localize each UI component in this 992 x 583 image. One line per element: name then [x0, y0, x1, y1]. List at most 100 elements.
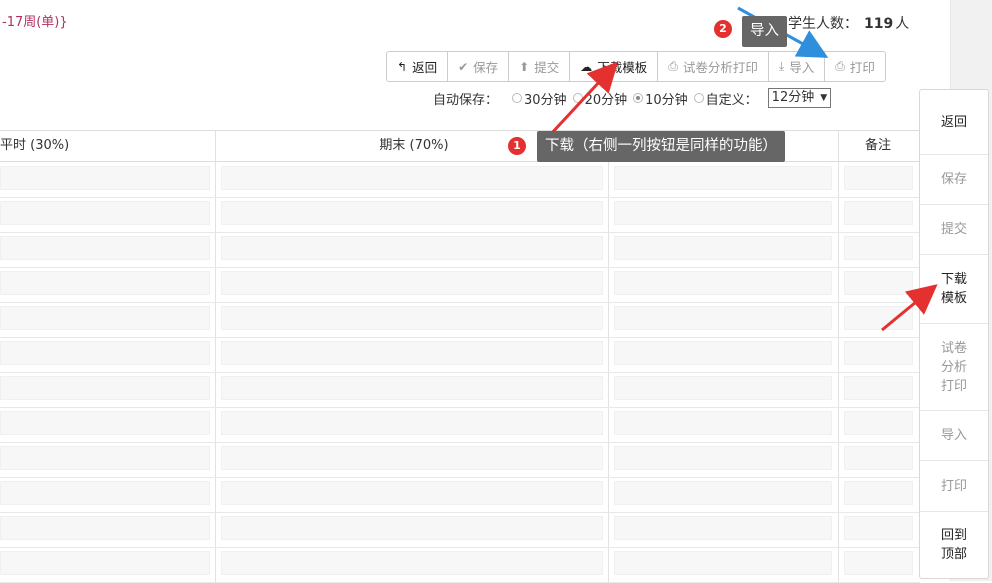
- student-count-unit: 人: [895, 16, 910, 32]
- option-label: 自定义：: [705, 92, 758, 108]
- back-button[interactable]: ↰ 返回: [387, 52, 449, 81]
- score-input[interactable]: [0, 341, 210, 365]
- score-input[interactable]: [221, 411, 603, 435]
- score-input[interactable]: [0, 481, 210, 505]
- exam-analysis-print-label: 试卷分析打印: [682, 60, 758, 75]
- score-input[interactable]: [844, 271, 913, 295]
- score-input[interactable]: [221, 376, 603, 400]
- score-input[interactable]: [221, 201, 603, 225]
- autosave-settings: 自动保存： 30分钟 20分钟 10分钟 自定义： 12分钟 ▼: [433, 88, 832, 108]
- submit-button[interactable]: ⬆ 提交: [509, 52, 571, 81]
- download-template-button[interactable]: ☁ 下载模板: [570, 52, 659, 81]
- row-divider: [0, 267, 920, 268]
- score-input[interactable]: [221, 166, 603, 190]
- score-input[interactable]: [844, 481, 913, 505]
- score-input[interactable]: [0, 446, 210, 470]
- row-divider: [0, 407, 920, 408]
- score-input[interactable]: [0, 271, 210, 295]
- score-input[interactable]: [0, 411, 210, 435]
- score-input[interactable]: [614, 341, 832, 365]
- side-back-to-top-button[interactable]: 回到 顶部: [920, 512, 988, 578]
- score-input[interactable]: [0, 201, 210, 225]
- score-input[interactable]: [614, 516, 832, 540]
- autosave-option-20[interactable]: 20分钟: [572, 89, 627, 108]
- import-button[interactable]: ⤓ 导入: [769, 52, 826, 81]
- autosave-option-10[interactable]: 10分钟: [633, 89, 688, 108]
- toolbar: ↰ 返回 ✔ 保存 ⬆ 提交 ☁ 下载模板 ⎙ 试卷分析打印 ⤓ 导入 ⎙ 打印: [386, 51, 886, 82]
- save-button[interactable]: ✔ 保存: [448, 52, 510, 81]
- row-divider: [0, 442, 920, 443]
- back-arrow-icon: ↰: [397, 59, 408, 74]
- download-template-label: 下载模板: [597, 60, 648, 75]
- score-input[interactable]: [844, 341, 913, 365]
- score-input[interactable]: [221, 551, 603, 575]
- score-input[interactable]: [0, 236, 210, 260]
- score-input[interactable]: [221, 516, 603, 540]
- score-input[interactable]: [844, 201, 913, 225]
- score-input[interactable]: [844, 446, 913, 470]
- radio-circle: [633, 93, 644, 103]
- autosave-option-30[interactable]: 30分钟: [512, 89, 567, 108]
- row-divider: [0, 372, 920, 373]
- select-value: 12分钟: [771, 90, 815, 105]
- print-button[interactable]: ⎙ 打印: [825, 52, 885, 81]
- side-back-button[interactable]: 返回: [920, 90, 988, 155]
- score-input[interactable]: [844, 166, 913, 190]
- row-divider: [0, 337, 920, 338]
- score-input[interactable]: [0, 376, 210, 400]
- score-input[interactable]: [221, 481, 603, 505]
- score-input[interactable]: [844, 411, 913, 435]
- exam-analysis-print-button[interactable]: ⎙ 试卷分析打印: [658, 52, 769, 81]
- side-exam-analysis-print-button[interactable]: 试卷 分析 打印: [920, 324, 988, 411]
- score-input[interactable]: [0, 166, 210, 190]
- score-input[interactable]: [0, 516, 210, 540]
- option-label: 10分钟: [645, 92, 688, 108]
- row-divider: [0, 512, 920, 513]
- score-input[interactable]: [221, 271, 603, 295]
- side-submit-button[interactable]: 提交: [920, 205, 988, 255]
- custom-interval-select[interactable]: 12分钟 ▼: [767, 88, 832, 108]
- side-action-bar: 返回 保存 提交 下载 模板 试卷 分析 打印 导入 打印 回到 顶部: [919, 89, 989, 579]
- submit-button-label: 提交: [534, 60, 560, 75]
- score-input[interactable]: [221, 236, 603, 260]
- import-button-label: 导入: [789, 60, 815, 75]
- chevron-down-icon: ▼: [820, 93, 828, 103]
- header-regular: 平时 (30%): [0, 134, 205, 158]
- score-input[interactable]: [844, 306, 913, 330]
- print-button-label: 打印: [849, 60, 875, 75]
- score-input[interactable]: [844, 516, 913, 540]
- side-download-template-button[interactable]: 下载 模板: [920, 255, 988, 324]
- student-count: 学生人数： 119 人: [788, 13, 909, 33]
- score-input[interactable]: [221, 306, 603, 330]
- column-divider: [838, 131, 839, 582]
- callout2-badge: 2: [714, 20, 732, 38]
- score-input[interactable]: [614, 446, 832, 470]
- callout1-tooltip: 下载（右侧一列按钮是同样的功能）: [537, 131, 785, 162]
- score-input[interactable]: [844, 376, 913, 400]
- score-input[interactable]: [614, 271, 832, 295]
- radio-circle: [693, 93, 704, 103]
- side-print-button[interactable]: 打印: [920, 461, 988, 512]
- row-divider: [0, 197, 920, 198]
- score-input[interactable]: [614, 306, 832, 330]
- score-input[interactable]: [0, 306, 210, 330]
- score-input[interactable]: [614, 201, 832, 225]
- upload-icon: ⬆: [519, 59, 530, 74]
- column-divider: [215, 131, 216, 582]
- score-input[interactable]: [614, 551, 832, 575]
- score-input[interactable]: [614, 166, 832, 190]
- side-save-button[interactable]: 保存: [920, 155, 988, 205]
- score-input[interactable]: [0, 551, 210, 575]
- score-input[interactable]: [614, 376, 832, 400]
- score-input[interactable]: [614, 481, 832, 505]
- score-input[interactable]: [221, 341, 603, 365]
- row-divider: [0, 477, 920, 478]
- week-info: -17周(单)}: [2, 15, 68, 30]
- autosave-option-custom[interactable]: 自定义：: [693, 89, 758, 108]
- score-input[interactable]: [844, 551, 913, 575]
- score-input[interactable]: [614, 236, 832, 260]
- score-input[interactable]: [221, 446, 603, 470]
- side-import-button[interactable]: 导入: [920, 411, 988, 461]
- score-input[interactable]: [614, 411, 832, 435]
- score-input[interactable]: [844, 236, 913, 260]
